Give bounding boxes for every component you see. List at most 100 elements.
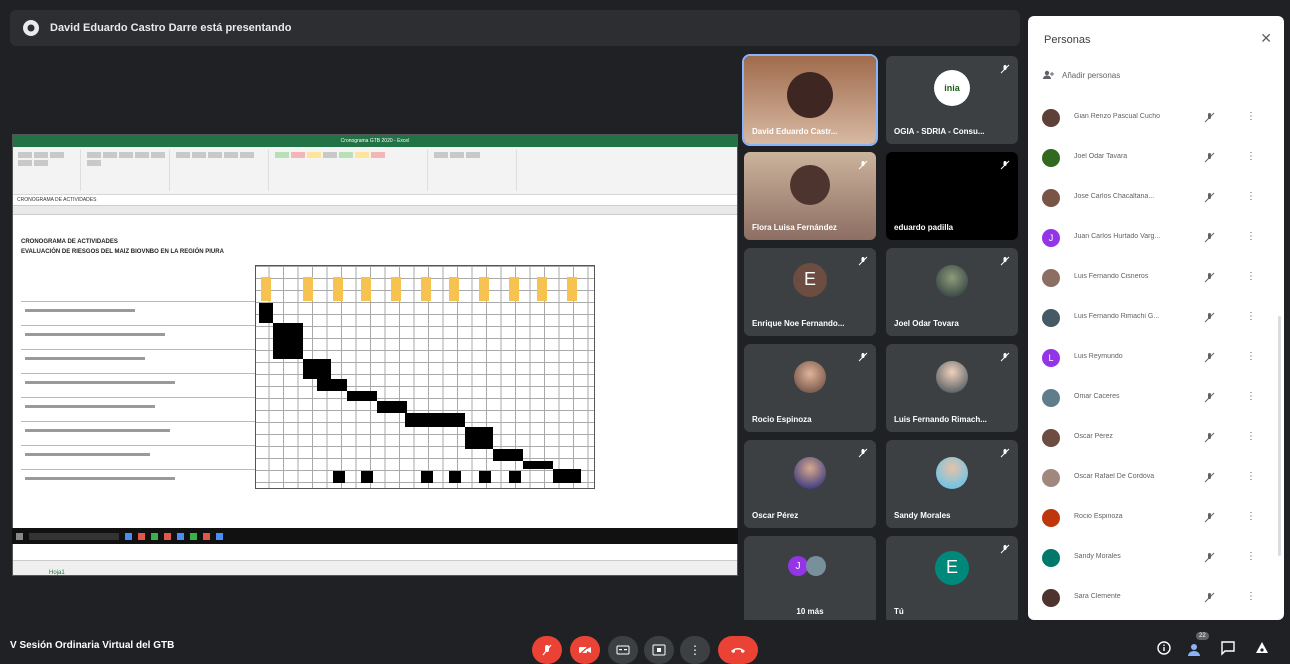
participant-avatar: E — [793, 262, 827, 297]
sheet-tab[interactable]: Hoja1 — [49, 570, 65, 575]
inia-logo-icon: inia — [934, 69, 970, 106]
person-row[interactable]: Oscar Pérez ⋮ — [1028, 418, 1284, 458]
presenting-banner: David Eduardo Castro Darre está presenta… — [10, 10, 1020, 46]
participant-tile[interactable]: Luis Fernando Rimach... — [886, 344, 1018, 432]
microphone-button[interactable] — [532, 636, 562, 664]
excel-ribbon — [13, 147, 737, 195]
leave-call-button[interactable] — [718, 636, 758, 664]
participant-tile[interactable]: Oscar Pérez — [744, 440, 876, 528]
more-vert-icon[interactable]: ⋮ — [1246, 151, 1256, 162]
more-options-button[interactable]: ⋮ — [680, 636, 710, 664]
captions-button[interactable] — [608, 636, 638, 664]
mic-off-icon — [1204, 392, 1215, 403]
sheet-heading-1: CRONOGRAMA DE ACTIVIDADES — [21, 239, 118, 245]
mic-off-icon — [1204, 552, 1215, 563]
mic-off-icon — [1204, 192, 1215, 203]
more-vert-icon[interactable]: ⋮ — [1246, 271, 1256, 282]
person-name: Luis Fernando Cisneros — [1074, 273, 1149, 280]
person-avatar — [1042, 309, 1060, 327]
participant-tile[interactable]: Flora Luisa Fernández — [744, 152, 876, 240]
spreadsheet[interactable]: CRONOGRAMA DE ACTIVIDADES EVALUACIÓN DE … — [13, 235, 737, 575]
windows-taskbar — [12, 528, 738, 544]
more-vert-icon[interactable]: ⋮ — [1246, 351, 1256, 362]
participant-avatar — [936, 265, 968, 298]
mic-off-icon — [1204, 472, 1215, 483]
mic-off-icon — [1204, 112, 1215, 123]
participant-avatar — [794, 457, 826, 490]
participant-tile[interactable]: inia OGIA - SDRIA - Consu... — [886, 56, 1018, 144]
more-vert-icon[interactable]: ⋮ — [1246, 431, 1256, 442]
person-name: Luis Reymundo — [1074, 353, 1123, 360]
participant-tile[interactable]: E Enrique Noe Fernando... — [744, 248, 876, 336]
scrollbar[interactable] — [1278, 316, 1281, 556]
person-row[interactable]: Jose Carlos Chacaltana... ⋮ — [1028, 178, 1284, 218]
more-vert-icon[interactable]: ⋮ — [1246, 111, 1256, 122]
self-tile[interactable]: E Tú — [886, 536, 1018, 624]
participant-name: Joel Odar Tovara — [894, 319, 959, 328]
bottom-control-bar: V Sesión Ordinaria Virtual del GTB ⋮ 22 — [0, 620, 1290, 664]
person-name: Luis Fernando Rimachi G... — [1074, 313, 1160, 320]
more-vert-icon[interactable]: ⋮ — [1246, 191, 1256, 202]
participant-tile[interactable]: eduardo padilla — [886, 152, 1018, 240]
more-participants-label: 10 más — [796, 607, 824, 616]
add-people-button[interactable]: Añadir personas — [1042, 70, 1120, 80]
person-avatar — [1042, 189, 1060, 207]
person-row[interactable]: Luis Fernando Cisneros ⋮ — [1028, 258, 1284, 298]
present-icon — [652, 644, 666, 656]
person-row[interactable]: L Luis Reymundo ⋮ — [1028, 338, 1284, 378]
camera-button[interactable] — [570, 636, 600, 664]
more-vert-icon[interactable]: ⋮ — [1246, 471, 1256, 482]
mic-off-icon — [1204, 512, 1215, 523]
participant-tile[interactable]: Rocio Espinoza — [744, 344, 876, 432]
person-row[interactable]: Sandy Morales ⋮ — [1028, 538, 1284, 578]
participant-name: Sandy Morales — [894, 511, 951, 520]
formula-bar[interactable]: CRONOGRAMA DE ACTIVIDADES — [13, 195, 737, 206]
activities-button[interactable] — [1254, 640, 1270, 656]
shared-screen: Cronograma GTB 2020 - Excel CRONOGRAMA D… — [12, 134, 738, 576]
captions-icon — [616, 645, 630, 655]
person-row[interactable]: Joel Odar Tavara ⋮ — [1028, 138, 1284, 178]
mic-off-icon — [1000, 544, 1010, 554]
more-vert-icon[interactable]: ⋮ — [1246, 231, 1256, 242]
more-vert-icon[interactable]: ⋮ — [1246, 551, 1256, 562]
person-row[interactable]: Luis Fernando Rimachi G... ⋮ — [1028, 298, 1284, 338]
gantt-chart — [21, 265, 595, 489]
participant-name: Flora Luisa Fernández — [752, 223, 837, 232]
more-vert-icon[interactable]: ⋮ — [1246, 311, 1256, 322]
mic-off-icon — [1204, 352, 1215, 363]
mic-off-icon — [1000, 64, 1010, 74]
person-avatar — [1042, 109, 1060, 127]
more-vert-icon[interactable]: ⋮ — [1246, 391, 1256, 402]
mic-off-icon — [858, 160, 868, 170]
more-vert-icon[interactable]: ⋮ — [1246, 511, 1256, 522]
person-name: Rocio Espinoza — [1074, 513, 1123, 520]
presenting-text: David Eduardo Castro Darre está presenta… — [50, 22, 292, 34]
windows-start-icon — [16, 532, 23, 540]
participant-tile[interactable]: Joel Odar Tovara — [886, 248, 1018, 336]
participant-tile[interactable]: Sandy Morales — [886, 440, 1018, 528]
person-row[interactable]: Omar Caceres ⋮ — [1028, 378, 1284, 418]
mic-off-icon — [858, 256, 868, 266]
person-row[interactable]: Rocio Espinoza ⋮ — [1028, 498, 1284, 538]
add-people-label: Añadir personas — [1062, 70, 1121, 80]
close-icon[interactable]: ✕ — [1260, 30, 1272, 47]
mic-off-icon — [1000, 160, 1010, 170]
person-row[interactable]: Gian Renzo Pascual Cucho ⋮ — [1028, 98, 1284, 138]
sheet-heading-2: EVALUACIÓN DE RIESGOS DEL MAIZ BIOVNBO E… — [21, 249, 224, 255]
person-row[interactable]: Oscar Rafael De Cordova ⋮ — [1028, 458, 1284, 498]
person-row[interactable]: J Juan Carlos Hurtado Varg... ⋮ — [1028, 218, 1284, 258]
sheet-tabs[interactable]: Hoja1 — [13, 560, 737, 575]
present-button[interactable] — [644, 636, 674, 664]
more-vert-icon: ⋮ — [689, 643, 701, 657]
person-row[interactable]: Sara Clemente ⋮ — [1028, 578, 1284, 618]
people-button[interactable]: 22 — [1186, 632, 1209, 656]
participant-tile[interactable]: David Eduardo Castr... — [742, 54, 878, 146]
participant-name: Rocio Espinoza — [752, 415, 812, 424]
person-avatar — [1042, 269, 1060, 287]
more-vert-icon[interactable]: ⋮ — [1246, 591, 1256, 602]
more-participants-tile[interactable]: J 10 más — [744, 536, 876, 624]
chat-icon — [1221, 641, 1235, 656]
meeting-details-button[interactable] — [1156, 640, 1172, 656]
formula-text: CRONOGRAMA DE ACTIVIDADES — [17, 197, 97, 203]
chat-button[interactable] — [1220, 640, 1236, 656]
